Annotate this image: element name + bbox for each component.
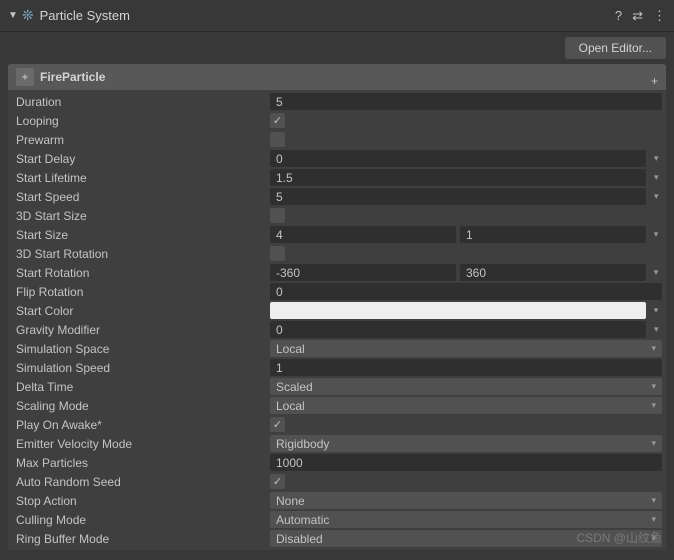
start-size-min-field[interactable] — [270, 226, 456, 243]
start-lifetime-dropdown-icon[interactable]: ▾ — [650, 172, 662, 183]
culling-mode-dropdown[interactable]: Automatic — [270, 511, 662, 528]
flip-rotation-field[interactable] — [270, 283, 662, 300]
prewarm-label: Prewarm — [12, 133, 270, 147]
scaling-mode-row: Scaling Mode Local — [8, 396, 666, 415]
3d-start-rotation-label: 3D Start Rotation — [12, 247, 270, 261]
3d-start-rotation-checkbox[interactable] — [270, 246, 285, 261]
simulation-speed-field[interactable] — [270, 359, 662, 376]
simulation-space-label: Simulation Space — [12, 342, 270, 356]
delta-time-dropdown[interactable]: Scaled — [270, 378, 662, 395]
open-editor-row: Open Editor... — [0, 32, 674, 64]
gravity-modifier-dropdown-icon[interactable]: ▾ — [650, 324, 662, 335]
duration-field[interactable] — [270, 93, 662, 110]
simulation-speed-label: Simulation Speed — [12, 361, 270, 375]
stop-action-label: Stop Action — [12, 494, 270, 508]
looping-label: Looping — [12, 114, 270, 128]
start-delay-label: Start Delay — [12, 152, 270, 166]
looping-row: Looping — [8, 111, 666, 130]
3d-start-size-label: 3D Start Size — [12, 209, 270, 223]
culling-mode-label: Culling Mode — [12, 513, 270, 527]
delta-time-row: Delta Time Scaled — [8, 377, 666, 396]
3d-start-size-row: 3D Start Size — [8, 206, 666, 225]
prewarm-checkbox[interactable] — [270, 132, 285, 147]
start-speed-row: Start Speed ▾ — [8, 187, 666, 206]
start-delay-row: Start Delay ▾ — [8, 149, 666, 168]
emitter-velocity-mode-row: Emitter Velocity Mode Rigidbody — [8, 434, 666, 453]
start-rotation-min-field[interactable] — [270, 264, 456, 281]
component-title: Particle System — [40, 8, 615, 23]
header-actions: ? ⇄ ⋮ — [615, 8, 666, 24]
preset-icon[interactable]: ⇄ — [632, 8, 643, 24]
ring-buffer-mode-row: Ring Buffer Mode Disabled — [8, 529, 666, 548]
gravity-modifier-row: Gravity Modifier ▾ — [8, 320, 666, 339]
ring-buffer-mode-label: Ring Buffer Mode — [12, 532, 270, 546]
max-particles-field[interactable] — [270, 454, 662, 471]
scaling-mode-dropdown[interactable]: Local — [270, 397, 662, 414]
start-speed-label: Start Speed — [12, 190, 270, 204]
start-delay-dropdown-icon[interactable]: ▾ — [650, 153, 662, 164]
culling-mode-row: Culling Mode Automatic — [8, 510, 666, 529]
scaling-mode-label: Scaling Mode — [12, 399, 270, 413]
start-lifetime-row: Start Lifetime ▾ — [8, 168, 666, 187]
ring-buffer-mode-dropdown[interactable]: Disabled — [270, 530, 662, 547]
start-rotation-max-field[interactable] — [460, 264, 646, 281]
delta-time-label: Delta Time — [12, 380, 270, 394]
prewarm-row: Prewarm — [8, 130, 666, 149]
start-lifetime-field[interactable] — [270, 169, 646, 186]
flip-rotation-row: Flip Rotation — [8, 282, 666, 301]
start-size-label: Start Size — [12, 228, 270, 242]
auto-random-seed-row: Auto Random Seed — [8, 472, 666, 491]
max-particles-row: Max Particles — [8, 453, 666, 472]
start-lifetime-label: Start Lifetime — [12, 171, 270, 185]
stop-action-dropdown[interactable]: None — [270, 492, 662, 509]
start-rotation-label: Start Rotation — [12, 266, 270, 280]
start-size-dropdown-icon[interactable]: ▾ — [650, 229, 662, 240]
flip-rotation-label: Flip Rotation — [12, 285, 270, 299]
play-on-awake-checkbox[interactable] — [270, 417, 285, 432]
duration-label: Duration — [12, 95, 270, 109]
start-rotation-row: Start Rotation ▾ — [8, 263, 666, 282]
start-color-label: Start Color — [12, 304, 270, 318]
3d-start-size-checkbox[interactable] — [270, 208, 285, 223]
looping-checkbox[interactable] — [270, 113, 285, 128]
3d-start-rotation-row: 3D Start Rotation — [8, 244, 666, 263]
add-icon[interactable]: + — [651, 74, 658, 88]
stop-action-row: Stop Action None — [8, 491, 666, 510]
inspector-header: ▼ ❊ Particle System ? ⇄ ⋮ — [0, 0, 674, 32]
properties-panel: Duration Looping Prewarm Start Delay ▾ S… — [8, 90, 666, 550]
emitter-velocity-mode-dropdown[interactable]: Rigidbody — [270, 435, 662, 452]
start-speed-field[interactable] — [270, 188, 646, 205]
auto-random-seed-checkbox[interactable] — [270, 474, 285, 489]
start-color-field[interactable] — [270, 302, 646, 319]
start-size-row: Start Size ▾ — [8, 225, 666, 244]
duration-row: Duration — [8, 92, 666, 111]
start-rotation-dropdown-icon[interactable]: ▾ — [650, 267, 662, 278]
play-on-awake-row: Play On Awake* — [8, 415, 666, 434]
start-speed-dropdown-icon[interactable]: ▾ — [650, 191, 662, 202]
max-particles-label: Max Particles — [12, 456, 270, 470]
menu-icon[interactable]: ⋮ — [653, 8, 666, 24]
simulation-space-row: Simulation Space Local — [8, 339, 666, 358]
auto-random-seed-label: Auto Random Seed — [12, 475, 270, 489]
open-editor-button[interactable]: Open Editor... — [565, 37, 666, 59]
start-color-row: Start Color ▾ — [8, 301, 666, 320]
help-icon[interactable]: ? — [615, 8, 622, 23]
collapse-icon[interactable]: ▼ — [8, 10, 18, 21]
module-name: FireParticle — [40, 70, 105, 84]
start-color-dropdown-icon[interactable]: ▾ — [650, 305, 662, 316]
simulation-speed-row: Simulation Speed — [8, 358, 666, 377]
simulation-space-dropdown[interactable]: Local — [270, 340, 662, 357]
start-delay-field[interactable] — [270, 150, 646, 167]
start-size-max-field[interactable] — [460, 226, 646, 243]
gravity-modifier-label: Gravity Modifier — [12, 323, 270, 337]
gravity-modifier-field[interactable] — [270, 321, 646, 338]
particle-system-icon: ❊ — [22, 7, 34, 24]
emitter-velocity-mode-label: Emitter Velocity Mode — [12, 437, 270, 451]
module-icon — [16, 68, 34, 86]
play-on-awake-label: Play On Awake* — [12, 418, 270, 432]
module-header[interactable]: FireParticle + — [8, 64, 666, 90]
